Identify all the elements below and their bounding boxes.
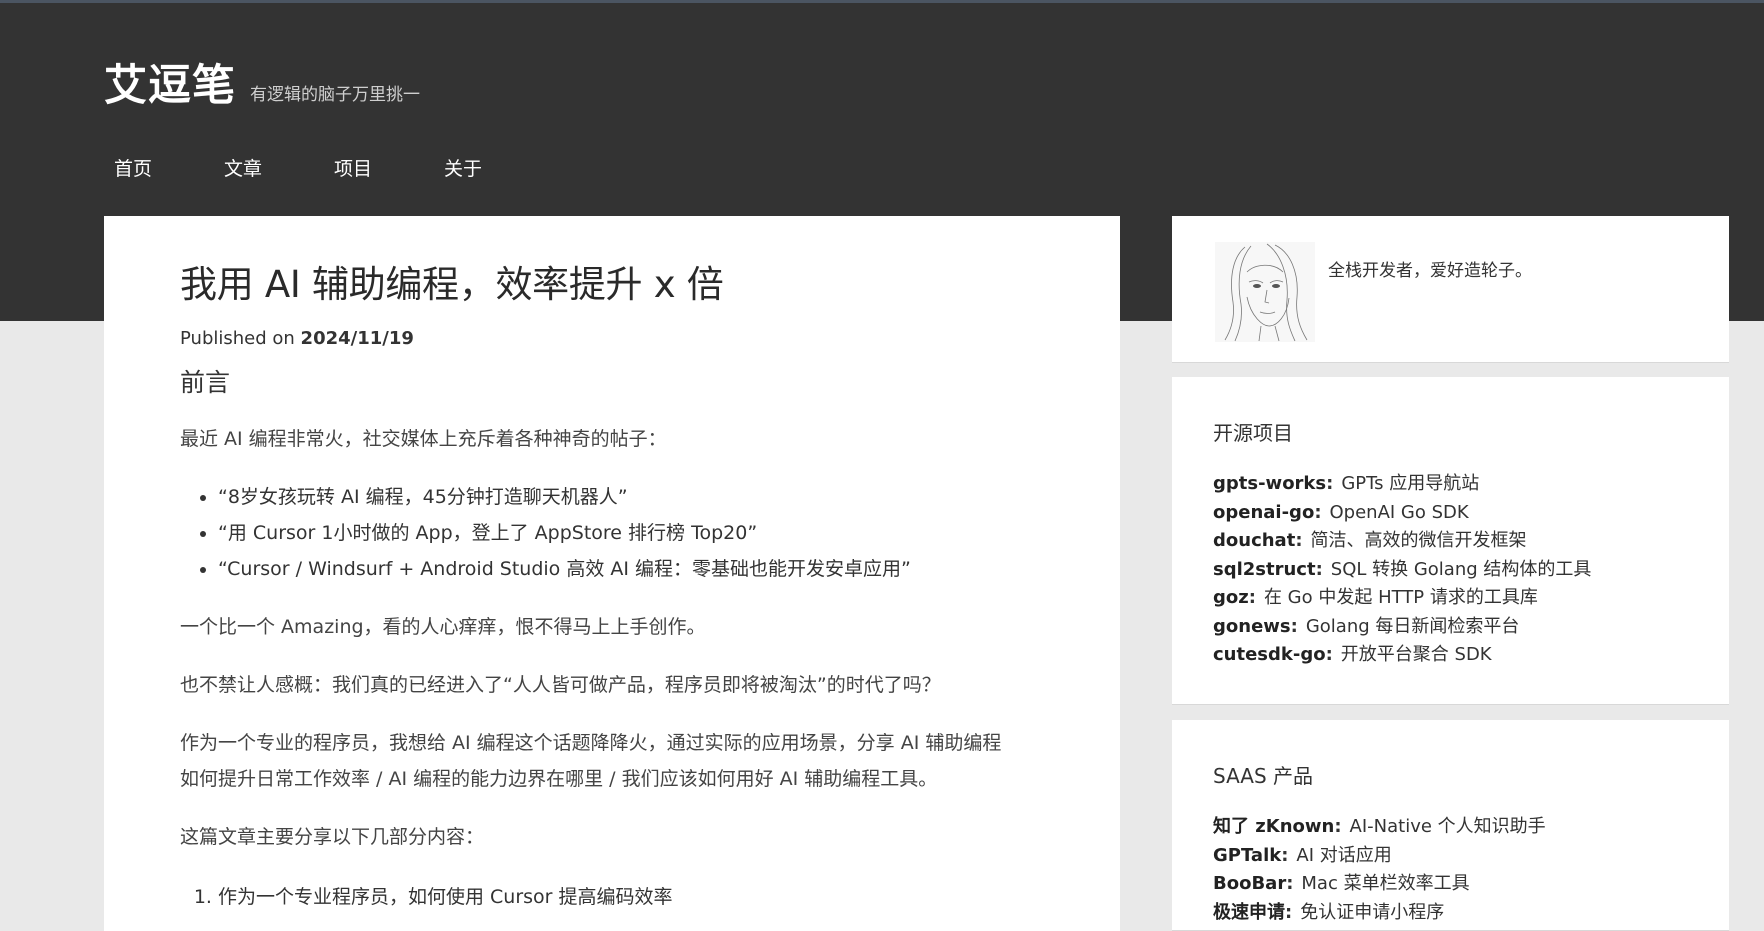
project-link[interactable]: openai-go — [1213, 502, 1314, 523]
list-item: 作为一个专业程序员，如何使用 Cursor 提高编码效率 — [218, 879, 1044, 915]
widget-title: 开源项目 — [1213, 421, 1293, 445]
project-link[interactable]: douchat — [1213, 530, 1295, 551]
open-source-widget: 开源项目 gpts-works: GPTs 应用导航站 openai-go: Ope… — [1172, 377, 1729, 705]
profile-bio: 全栈开发者，爱好造轮子。 — [1328, 261, 1532, 281]
main-nav: 首页 文章 项目 关于 — [104, 148, 544, 187]
saas-link[interactable]: GPTalk — [1213, 845, 1281, 866]
saas-item: BooBar: Mac 菜单栏效率工具 — [1213, 873, 1470, 894]
post-meta: Published on 2024/11/19 — [180, 328, 1044, 349]
project-desc: Golang 每日新闻检索平台 — [1305, 615, 1520, 637]
avatar-sketch-icon — [1224, 243, 1308, 342]
project-item: gonews: Golang 每日新闻检索平台 — [1213, 615, 1520, 637]
list-item: “Cursor / Windsurf + Android Studio 高效 A… — [218, 551, 1044, 587]
saas-link[interactable]: BooBar — [1213, 873, 1286, 894]
section-heading: 前言 — [180, 368, 231, 397]
project-desc: 开放平台聚合 SDK — [1340, 644, 1492, 665]
project-link[interactable]: gonews — [1213, 616, 1291, 637]
project-item: douchat: 简洁、高效的微信开发框架 — [1213, 530, 1527, 551]
project-link[interactable]: sql2struct — [1213, 559, 1316, 580]
published-label: Published on — [180, 328, 295, 349]
saas-link[interactable]: 知了 zKnown — [1213, 816, 1334, 837]
post-title: 我用 AI 辅助编程，效率提升 x 倍 — [180, 263, 724, 306]
site-title[interactable]: 艾逗笔 — [104, 51, 236, 113]
list-item: “用 Cursor 1小时做的 App，登上了 AppStore 排行榜 Top… — [218, 515, 1044, 551]
profile-widget: 全栈开发者，爱好造轮子。 — [1172, 216, 1729, 363]
paragraph-line: 如何提升日常工作效率 / AI 编程的能力边界在哪里 / 我们应该如何用好 AI… — [180, 768, 938, 790]
paragraph: 作为一个专业的程序员，我想给 AI 编程这个话题降降火，通过实际的应用场景，分享… — [180, 725, 1044, 797]
project-list: gpts-works: GPTs 应用导航站 openai-go: OpenAI G… — [1213, 470, 1729, 670]
nav-item-articles[interactable]: 文章 — [214, 148, 272, 187]
site-tagline: 有逻辑的脑子万里挑一 — [250, 85, 420, 105]
list-item: “8岁女孩玩转 AI 编程，45分钟打造聊天机器人” — [218, 479, 1044, 515]
paragraph: 这篇文章主要分享以下几部分内容： — [180, 826, 485, 848]
article-card: 我用 AI 辅助编程，效率提升 x 倍 Published on 2024/11… — [104, 216, 1120, 931]
project-desc: SQL 转换 Golang 结构体的工具 — [1330, 558, 1592, 580]
saas-desc: AI-Native 个人知识助手 — [1349, 816, 1546, 837]
outline-list: 作为一个专业程序员，如何使用 Cursor 提高编码效率 — [180, 879, 1044, 915]
nav-item-about[interactable]: 关于 — [434, 148, 492, 187]
paragraph-line: 作为一个专业的程序员，我想给 AI 编程这个话题降降火，通过实际的应用场景，分享… — [180, 732, 1002, 754]
project-desc: GPTs 应用导航站 — [1341, 473, 1480, 494]
post-date[interactable]: 2024/11/19 — [301, 328, 414, 349]
saas-desc: AI 对话应用 — [1296, 844, 1392, 866]
paragraph: 一个比一个 Amazing，看的人心痒痒，恨不得马上上手创作。 — [180, 616, 706, 638]
saas-item: 极速申请: 免认证申请小程序 — [1213, 901, 1445, 923]
saas-list: 知了 zKnown: AI-Native 个人知识助手 GPTalk: AI 对话应… — [1213, 813, 1729, 927]
saas-item: 知了 zKnown: AI-Native 个人知识助手 — [1213, 816, 1546, 837]
project-link[interactable]: cutesdk-go — [1213, 644, 1326, 665]
example-list: “8岁女孩玩转 AI 编程，45分钟打造聊天机器人” “用 Cursor 1小时… — [180, 479, 1044, 587]
project-item: goz: 在 Go 中发起 HTTP 请求的工具库 — [1213, 587, 1538, 608]
project-item: cutesdk-go: 开放平台聚合 SDK — [1213, 644, 1492, 665]
project-desc: OpenAI Go SDK — [1329, 501, 1469, 523]
saas-desc: Mac 菜单栏效率工具 — [1301, 873, 1470, 894]
nav-item-home[interactable]: 首页 — [104, 148, 162, 187]
saas-item: GPTalk: AI 对话应用 — [1213, 844, 1392, 866]
project-item: sql2struct: SQL 转换 Golang 结构体的工具 — [1213, 558, 1592, 580]
nav-item-projects[interactable]: 项目 — [324, 148, 382, 187]
project-desc: 在 Go 中发起 HTTP 请求的工具库 — [1263, 587, 1538, 608]
project-desc: 简洁、高效的微信开发框架 — [1310, 530, 1527, 551]
widget-title: SAAS 产品 — [1213, 764, 1314, 788]
project-item: openai-go: OpenAI Go SDK — [1213, 501, 1469, 523]
saas-widget: SAAS 产品 知了 zKnown: AI-Native 个人知识助手 GPTal… — [1172, 720, 1729, 931]
saas-desc: 免认证申请小程序 — [1300, 901, 1445, 923]
project-item: gpts-works: GPTs 应用导航站 — [1213, 473, 1480, 494]
site-branding: 艾逗笔 有逻辑的脑子万里挑一 — [104, 51, 420, 113]
saas-link[interactable]: 极速申请 — [1213, 902, 1285, 923]
project-link[interactable]: gpts-works — [1213, 473, 1326, 494]
project-link[interactable]: goz — [1213, 587, 1249, 608]
avatar — [1215, 242, 1315, 342]
paragraph: 也不禁让人感概：我们真的已经进入了“人人皆可做产品，程序员即将被淘汰”的时代了吗… — [180, 674, 941, 696]
intro-paragraph: 最近 AI 编程非常火，社交媒体上充斥着各种神奇的帖子： — [180, 428, 667, 450]
